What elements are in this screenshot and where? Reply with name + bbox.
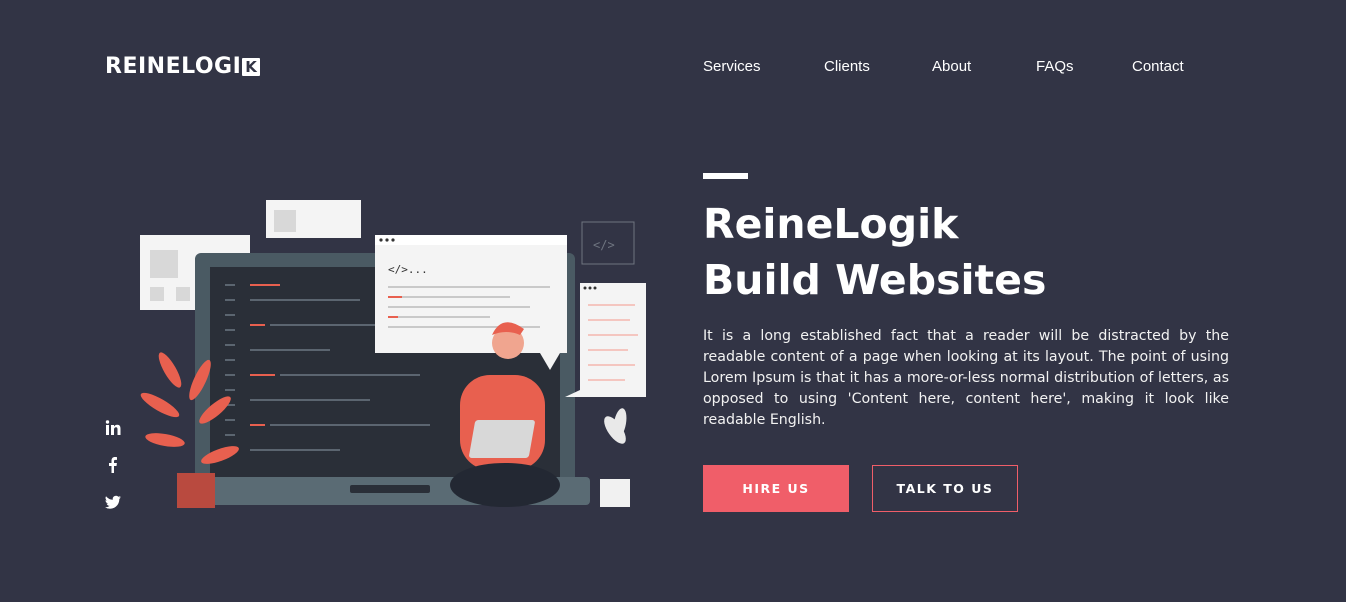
hire-us-button[interactable]: HIRE US [703, 465, 849, 512]
hero-illustration: </>... </> [130, 195, 660, 515]
twitter-icon[interactable] [104, 493, 122, 511]
facebook-icon[interactable] [104, 456, 122, 474]
code-snippet-text: </>... [388, 263, 428, 276]
talk-to-us-button[interactable]: TALK TO US [872, 465, 1018, 512]
nav-link-about[interactable]: About [932, 58, 971, 75]
nav-link-contact[interactable]: Contact [1132, 58, 1184, 75]
hero-title: ReineLogik Build Websites [703, 196, 1046, 308]
logo-box-letter: K [242, 57, 261, 76]
brand-logo[interactable]: REINELOGI K [105, 54, 261, 79]
svg-text:</>: </> [593, 238, 615, 252]
nav-link-faqs[interactable]: FAQs [1036, 58, 1074, 75]
nav-link-clients[interactable]: Clients [824, 58, 870, 75]
hero-title-line2: Build Websites [703, 256, 1047, 304]
logo-text: REINELOGI [105, 54, 242, 79]
title-accent-bar [703, 173, 748, 179]
hero-description: It is a long established fact that a rea… [703, 328, 1229, 428]
hero-title-line1: ReineLogik [703, 200, 959, 248]
linkedin-icon[interactable] [104, 419, 122, 437]
nav-link-services[interactable]: Services [703, 58, 761, 75]
